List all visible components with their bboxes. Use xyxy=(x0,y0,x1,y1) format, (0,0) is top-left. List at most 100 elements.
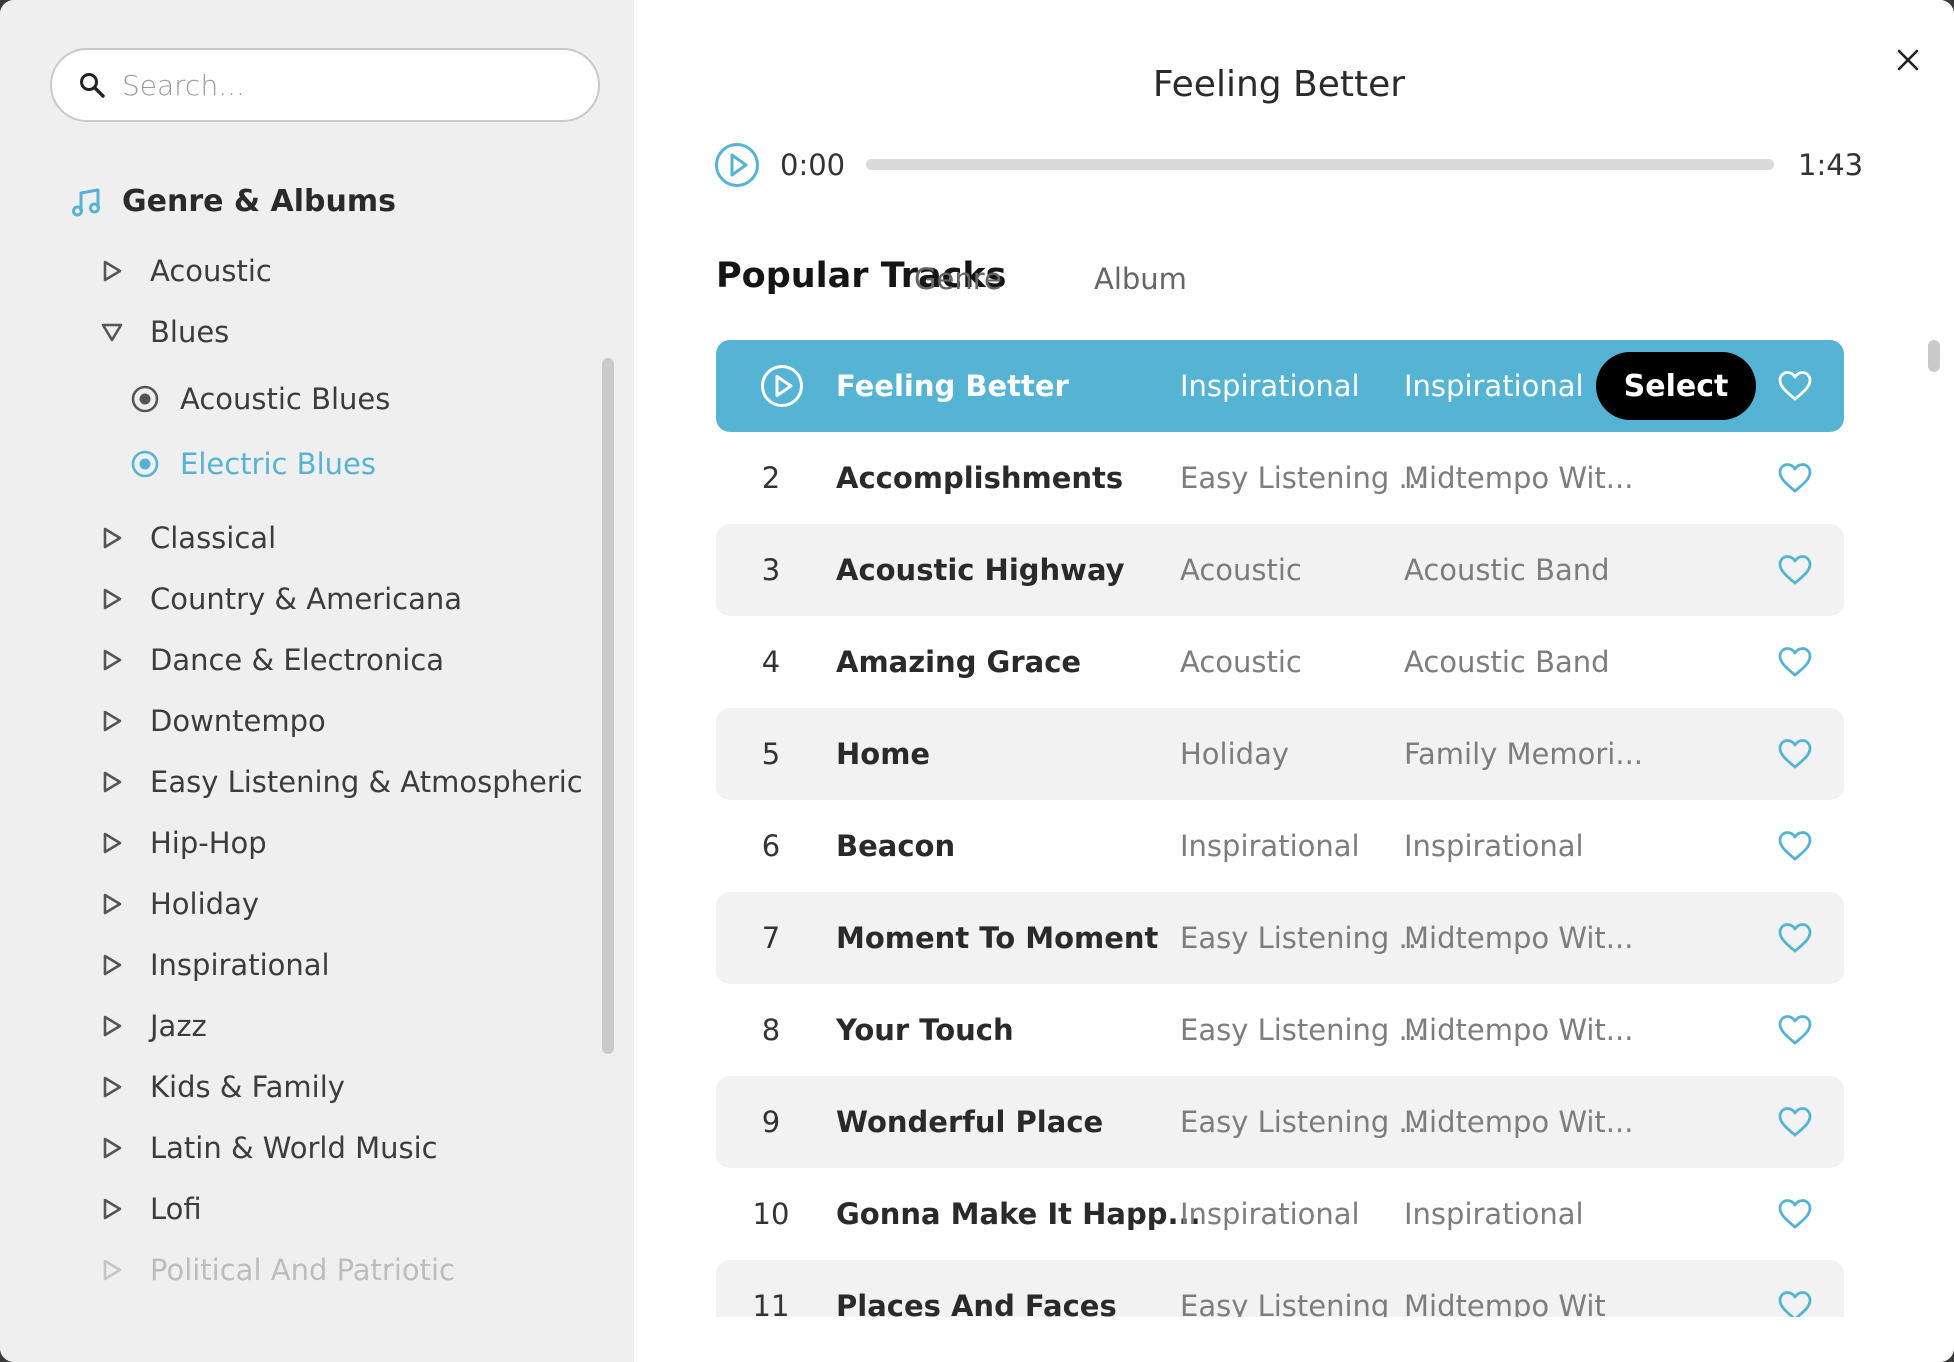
heart-icon[interactable] xyxy=(1778,554,1812,586)
heart-icon[interactable] xyxy=(1778,922,1812,954)
track-number: 8 xyxy=(761,1013,781,1047)
track-genre: Easy Listening ... xyxy=(1180,921,1427,955)
track-genre: Acoustic xyxy=(1180,645,1302,679)
track-genre: Easy Listening ... xyxy=(1180,461,1427,495)
triangle-right-icon xyxy=(103,527,122,549)
subgenre-item-label: Acoustic Blues xyxy=(180,382,391,416)
track-genre: Easy Listening ... xyxy=(1180,1013,1427,1047)
genre-item-holiday[interactable]: Holiday xyxy=(100,881,259,927)
genre-item-jazz[interactable]: Jazz xyxy=(100,1003,207,1049)
track-row[interactable]: 9 Wonderful Place Easy Listening ... Midtem… xyxy=(716,1076,1844,1168)
triangle-right-icon xyxy=(103,1137,122,1159)
subgenre-item-label: Electric Blues xyxy=(180,447,376,481)
track-row[interactable]: 8 Your Touch Easy Listening ... Midtempo Wi… xyxy=(716,984,1844,1076)
genre-item-easy-listening-and-atmospheric[interactable]: Easy Listening & Atmospheric xyxy=(100,759,583,805)
sidebar: Genre & Albums Acoustic Blues Acoustic Blu… xyxy=(0,0,634,1362)
search-input[interactable] xyxy=(122,68,562,102)
track-row[interactable]: Feeling Better Inspirational Inspirational… xyxy=(716,340,1844,432)
genre-item-acoustic[interactable]: Acoustic xyxy=(100,248,272,294)
genre-item-blues[interactable]: Blues xyxy=(100,309,229,355)
track-genre: Inspirational xyxy=(1180,369,1360,403)
track-row[interactable]: 4 Amazing Grace Acoustic Acoustic Band xyxy=(716,616,1844,708)
genre-item-country-and-americana[interactable]: Country & Americana xyxy=(100,576,462,622)
heart-icon[interactable] xyxy=(1778,370,1812,402)
heart-icon[interactable] xyxy=(1778,1198,1812,1230)
triangle-right-icon xyxy=(103,1259,122,1281)
heart-icon[interactable] xyxy=(1778,830,1812,862)
triangle-right-icon xyxy=(103,1015,122,1037)
select-button[interactable]: Select xyxy=(1596,352,1756,420)
search-box[interactable] xyxy=(50,48,600,122)
track-genre: Easy Listening ... xyxy=(1180,1105,1427,1139)
track-album: Inspirational xyxy=(1404,1197,1584,1231)
track-row[interactable]: 10 Gonna Make It Happ... Inspirational Insp… xyxy=(716,1168,1844,1260)
current-time: 0:00 xyxy=(780,148,846,182)
track-number: 6 xyxy=(761,829,781,863)
heart-icon[interactable] xyxy=(1778,646,1812,678)
track-panel: Feeling Better 0:00 1:43 Popular Tracks … xyxy=(634,0,1954,1362)
play-icon[interactable] xyxy=(714,142,760,188)
genre-item-dance-and-electronica[interactable]: Dance & Electronica xyxy=(100,637,444,683)
track-album: Midtempo Wit... xyxy=(1404,1013,1634,1047)
track-name: Acoustic Highway xyxy=(836,553,1125,587)
triangle-right-icon xyxy=(103,1076,122,1098)
track-row[interactable]: 7 Moment To Moment Easy Listening ... Midte… xyxy=(716,892,1844,984)
radio-icon xyxy=(131,385,159,413)
track-album: Midtempo Wit... xyxy=(1404,461,1634,495)
triangle-down-icon xyxy=(101,323,123,342)
album-column-header[interactable]: Album xyxy=(1094,262,1187,296)
progress-bar[interactable] xyxy=(866,159,1774,170)
track-album: Acoustic Band xyxy=(1404,553,1610,587)
track-genre: Inspirational xyxy=(1180,829,1360,863)
track-number: 10 xyxy=(752,1197,790,1231)
track-album: Midtempo Wit... xyxy=(1404,1105,1634,1139)
subgenre-item-electric-blues[interactable]: Electric Blues xyxy=(130,441,376,487)
track-genre: Inspirational xyxy=(1180,1197,1360,1231)
track-name: Accomplishments xyxy=(836,461,1124,495)
triangle-right-icon xyxy=(103,260,122,282)
heart-icon[interactable] xyxy=(1778,1106,1812,1138)
genre-item-political-and-patriotic[interactable]: Political And Patriotic xyxy=(100,1247,455,1293)
total-time: 1:43 xyxy=(1798,148,1864,182)
genre-item-hip-hop[interactable]: Hip-Hop xyxy=(100,820,267,866)
genre-item-label: Holiday xyxy=(150,887,260,921)
genre-item-latin-and-world-music[interactable]: Latin & World Music xyxy=(100,1125,438,1171)
track-row[interactable]: 6 Beacon Inspirational Inspirational xyxy=(716,800,1844,892)
track-row[interactable]: 3 Acoustic Highway Acoustic Acoustic Band xyxy=(716,524,1844,616)
genre-item-label: Lofi xyxy=(150,1192,202,1226)
genre-column-header[interactable]: Genre xyxy=(914,262,1002,296)
track-album: Midtempo Wit xyxy=(1404,1289,1606,1317)
play-icon[interactable] xyxy=(760,364,804,408)
genre-item-lofi[interactable]: Lofi xyxy=(100,1186,202,1232)
track-list-scrollbar[interactable] xyxy=(1928,340,1940,372)
track-number: 11 xyxy=(752,1289,790,1317)
triangle-right-icon xyxy=(103,893,122,915)
track-row[interactable]: 11 Places And Faces Easy Listening Midtempo… xyxy=(716,1260,1844,1317)
heart-icon[interactable] xyxy=(1778,1290,1812,1317)
track-number: 5 xyxy=(761,737,781,771)
heart-icon[interactable] xyxy=(1778,738,1812,770)
track-number: 7 xyxy=(761,921,781,955)
genre-item-kids-and-family[interactable]: Kids & Family xyxy=(100,1064,345,1110)
genre-albums-header: Genre & Albums xyxy=(70,184,396,219)
track-number: 2 xyxy=(761,461,781,495)
sidebar-scrollbar[interactable] xyxy=(602,358,614,1054)
track-name: Beacon xyxy=(836,829,956,863)
heart-icon[interactable] xyxy=(1778,462,1812,494)
music-note-icon xyxy=(72,188,100,216)
subgenre-item-acoustic-blues[interactable]: Acoustic Blues xyxy=(130,376,390,422)
genre-item-label: Hip-Hop xyxy=(150,826,267,860)
track-album: Midtempo Wit... xyxy=(1404,921,1634,955)
track-row[interactable]: 5 Home Holiday Family Memori... xyxy=(716,708,1844,800)
genre-albums-title: Genre & Albums xyxy=(122,184,396,219)
track-name: Moment To Moment xyxy=(836,921,1159,955)
heart-icon[interactable] xyxy=(1778,1014,1812,1046)
track-name: Wonderful Place xyxy=(836,1105,1104,1139)
genre-item-classical[interactable]: Classical xyxy=(100,515,276,561)
track-row[interactable]: 2 Accomplishments Easy Listening ... Midtem… xyxy=(716,432,1844,524)
genre-item-inspirational[interactable]: Inspirational xyxy=(100,942,330,988)
genre-item-downtempo[interactable]: Downtempo xyxy=(100,698,326,744)
radio-selected-icon xyxy=(131,450,159,478)
track-list: Feeling Better Inspirational Inspirational… xyxy=(716,340,1844,1317)
genre-item-label: Downtempo xyxy=(150,704,326,738)
